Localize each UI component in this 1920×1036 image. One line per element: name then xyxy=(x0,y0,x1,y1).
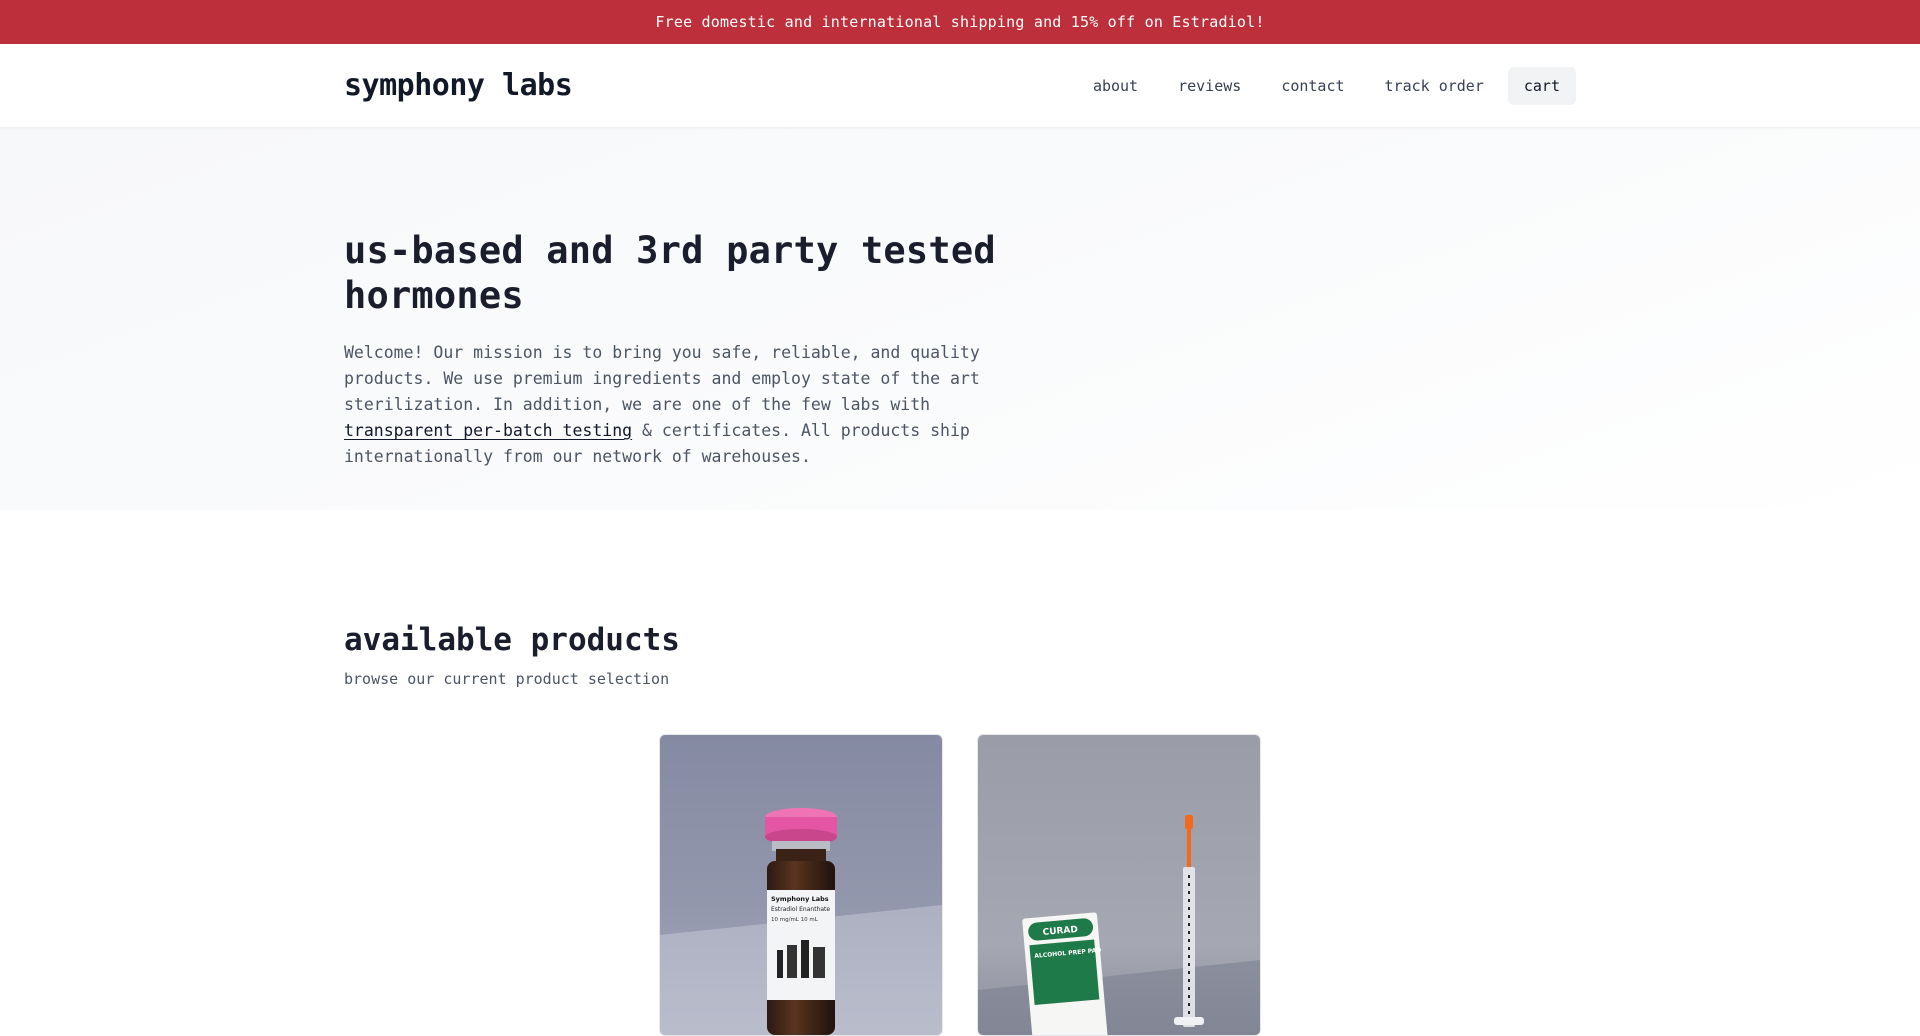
hero-section: us-based and 3rd party tested hormones W… xyxy=(0,128,1920,510)
site-logo[interactable]: symphony labs xyxy=(344,68,573,103)
nav-about[interactable]: about xyxy=(1077,67,1154,105)
vial-label-name: Estradiol Enanthate xyxy=(771,906,830,913)
products-section: available products browse our current pr… xyxy=(0,510,1920,1036)
main-nav: about reviews contact track order cart xyxy=(1077,66,1576,105)
vial-label-brand: Symphony Labs xyxy=(771,895,829,903)
hero-text-before: Welcome! Our mission is to bring you saf… xyxy=(344,343,980,414)
products-subtitle: browse our current product selection xyxy=(344,670,670,688)
vial-label-spec: 10 mg/mL 10 mL xyxy=(771,917,819,923)
product-card-injection-kit[interactable]: CURAD ALCOHOL PREP PAD xyxy=(977,734,1261,1036)
hero-title: us-based and 3rd party tested hormones xyxy=(344,229,996,317)
site-header: symphony labs about reviews contact trac… xyxy=(0,44,1920,128)
nav-contact[interactable]: contact xyxy=(1265,67,1360,105)
hero-description: Welcome! Our mission is to bring you saf… xyxy=(344,340,994,470)
nav-reviews[interactable]: reviews xyxy=(1162,67,1257,105)
vial-product-image: Symphony Labs Estradiol Enanthate 10 mg/… xyxy=(660,735,942,1035)
nav-track-order[interactable]: track order xyxy=(1369,67,1500,105)
nav-cart-button[interactable]: cart xyxy=(1507,66,1576,105)
product-card-vial[interactable]: Symphony Labs Estradiol Enanthate 10 mg/… xyxy=(659,734,943,1036)
promo-banner: Free domestic and international shipping… xyxy=(0,0,1920,44)
products-title: available products xyxy=(344,622,680,658)
promo-text: Free domestic and international shipping… xyxy=(655,13,1265,31)
product-grid: Symphony Labs Estradiol Enanthate 10 mg/… xyxy=(344,734,1576,1036)
injection-kit-product-image: CURAD ALCOHOL PREP PAD xyxy=(978,735,1260,1035)
batch-testing-link[interactable]: transparent per-batch testing xyxy=(344,421,632,440)
